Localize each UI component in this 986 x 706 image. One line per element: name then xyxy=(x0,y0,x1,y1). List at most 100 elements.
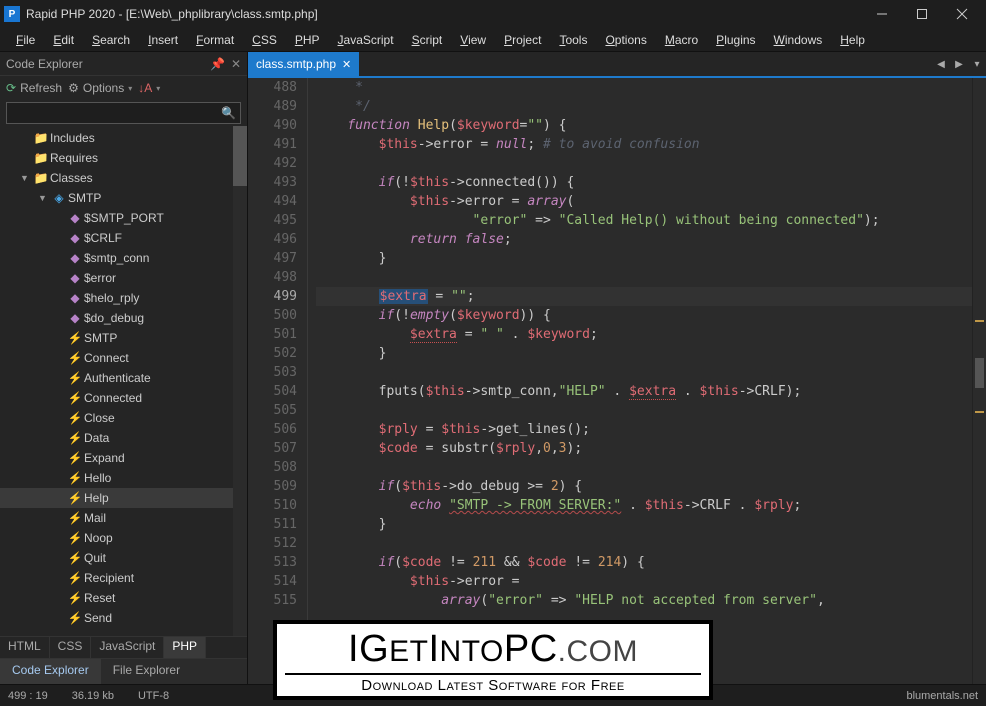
folder-icon: 📁 xyxy=(32,131,50,145)
tree-item-smtp_port[interactable]: ◆$SMTP_PORT xyxy=(0,208,247,228)
menu-view[interactable]: View xyxy=(452,31,494,49)
method-icon: ⚡ xyxy=(66,591,84,605)
lang-tab-html[interactable]: HTML xyxy=(0,637,50,658)
method-icon: ⚡ xyxy=(66,331,84,345)
menu-plugins[interactable]: Plugins xyxy=(708,31,763,49)
status-encoding: UTF-8 xyxy=(138,690,169,702)
page-title: Rapid PHP 2020 - [E:\Web\_phplibrary\cla… xyxy=(26,7,862,21)
method-icon: ⚡ xyxy=(66,471,84,485)
menu-help[interactable]: Help xyxy=(832,31,873,49)
options-button[interactable]: ⚙ Options ▾ xyxy=(68,81,132,95)
tree-item-mail[interactable]: ⚡Mail xyxy=(0,508,247,528)
tree-item-recipient[interactable]: ⚡Recipient xyxy=(0,568,247,588)
method-icon: ⚡ xyxy=(66,431,84,445)
code-view[interactable]: 4884894904914924934944954964974984995005… xyxy=(248,78,986,684)
tree-item-do_debug[interactable]: ◆$do_debug xyxy=(0,308,247,328)
status-brand: blumentals.net xyxy=(906,690,978,702)
status-filesize: 36.19 kb xyxy=(72,690,114,702)
app-icon: P xyxy=(4,6,20,22)
prop-icon: ◆ xyxy=(66,251,84,265)
tree-item-error[interactable]: ◆$error xyxy=(0,268,247,288)
side-tab-file-explorer[interactable]: File Explorer xyxy=(101,659,192,684)
tree-scrollbar[interactable] xyxy=(233,126,247,636)
lang-tab-javascript[interactable]: JavaScript xyxy=(91,637,164,658)
method-icon: ⚡ xyxy=(66,491,84,505)
refresh-button[interactable]: ⟳ Refresh xyxy=(6,81,62,95)
tree-item-send[interactable]: ⚡Send xyxy=(0,608,247,628)
watermark-subtitle: Download Latest Software for Free xyxy=(285,673,701,694)
lang-tab-css[interactable]: CSS xyxy=(50,637,92,658)
file-tab-label: class.smtp.php xyxy=(256,57,336,71)
menu-format[interactable]: Format xyxy=(188,31,242,49)
method-icon: ⚡ xyxy=(66,571,84,585)
menu-project[interactable]: Project xyxy=(496,31,549,49)
menu-php[interactable]: PHP xyxy=(287,31,328,49)
menu-options[interactable]: Options xyxy=(597,31,654,49)
editor-scrollbar[interactable] xyxy=(972,78,986,684)
tree-item-hello[interactable]: ⚡Hello xyxy=(0,468,247,488)
language-tabs: HTMLCSSJavaScriptPHP xyxy=(0,636,247,658)
options-label: Options xyxy=(83,81,124,95)
chevron-down-icon: ▾ xyxy=(128,84,132,93)
menu-insert[interactable]: Insert xyxy=(140,31,186,49)
menu-css[interactable]: CSS xyxy=(244,31,285,49)
menu-windows[interactable]: Windows xyxy=(766,31,831,49)
tab-next-button[interactable]: ▶ xyxy=(950,59,968,70)
tree-item-smtp[interactable]: ▼◈SMTP xyxy=(0,188,247,208)
code-content[interactable]: * */ function Help($keyword="") { $this-… xyxy=(308,78,986,684)
search-input-wrap: 🔍 xyxy=(6,102,241,124)
close-icon[interactable]: ✕ xyxy=(342,58,351,71)
tree-item-smtp[interactable]: ⚡SMTP xyxy=(0,328,247,348)
search-icon[interactable]: 🔍 xyxy=(221,106,236,120)
tab-prev-button[interactable]: ◀ xyxy=(932,59,950,70)
tree-item-expand[interactable]: ⚡Expand xyxy=(0,448,247,468)
lang-tab-php[interactable]: PHP xyxy=(164,637,206,658)
tree-item-close[interactable]: ⚡Close xyxy=(0,408,247,428)
search-input[interactable] xyxy=(11,106,221,120)
side-tab-code-explorer[interactable]: Code Explorer xyxy=(0,659,101,684)
tree-item-data[interactable]: ⚡Data xyxy=(0,428,247,448)
method-icon: ⚡ xyxy=(66,351,84,365)
tree-item-reset[interactable]: ⚡Reset xyxy=(0,588,247,608)
menu-file[interactable]: File xyxy=(8,31,43,49)
tree-item-includes[interactable]: 📁Includes xyxy=(0,128,247,148)
maximize-button[interactable] xyxy=(902,0,942,28)
tab-menu-button[interactable]: ▾ xyxy=(968,59,986,70)
sidebar: Code Explorer 📌 ✕ ⟳ Refresh ⚙ Options ▾ … xyxy=(0,52,248,684)
method-icon: ⚡ xyxy=(66,511,84,525)
menubar: FileEditSearchInsertFormatCSSPHPJavaScri… xyxy=(0,28,986,52)
prop-icon: ◆ xyxy=(66,211,84,225)
menu-script[interactable]: Script xyxy=(404,31,451,49)
tree-item-connected[interactable]: ⚡Connected xyxy=(0,388,247,408)
tree-item-noop[interactable]: ⚡Noop xyxy=(0,528,247,548)
tree-item-helo_rply[interactable]: ◆$helo_rply xyxy=(0,288,247,308)
close-icon[interactable]: ✕ xyxy=(231,57,241,71)
minimize-button[interactable] xyxy=(862,0,902,28)
menu-macro[interactable]: Macro xyxy=(657,31,706,49)
tree-item-connect[interactable]: ⚡Connect xyxy=(0,348,247,368)
menu-tools[interactable]: Tools xyxy=(551,31,595,49)
tree-item-crlf[interactable]: ◆$CRLF xyxy=(0,228,247,248)
class-icon: ◈ xyxy=(50,191,68,205)
sort-button[interactable]: ↓A ▾ xyxy=(138,81,160,95)
code-tree: 📁Includes📁Requires▼📁Classes▼◈SMTP◆$SMTP_… xyxy=(0,126,247,636)
close-button[interactable] xyxy=(942,0,982,28)
tree-item-smtp_conn[interactable]: ◆$smtp_conn xyxy=(0,248,247,268)
method-icon: ⚡ xyxy=(66,611,84,625)
method-icon: ⚡ xyxy=(66,411,84,425)
tree-item-quit[interactable]: ⚡Quit xyxy=(0,548,247,568)
sidebar-title: Code Explorer xyxy=(6,57,210,71)
pin-icon[interactable]: 📌 xyxy=(210,57,225,71)
folder-icon: 📁 xyxy=(32,171,50,185)
tree-item-requires[interactable]: 📁Requires xyxy=(0,148,247,168)
file-tab[interactable]: class.smtp.php ✕ xyxy=(248,52,359,76)
sort-icon: ↓A xyxy=(138,81,152,95)
menu-search[interactable]: Search xyxy=(84,31,138,49)
tree-item-authenticate[interactable]: ⚡Authenticate xyxy=(0,368,247,388)
sidebar-header: Code Explorer 📌 ✕ xyxy=(0,52,247,76)
menu-javascript[interactable]: JavaScript xyxy=(330,31,402,49)
tree-item-help[interactable]: ⚡Help xyxy=(0,488,247,508)
tree-item-classes[interactable]: ▼📁Classes xyxy=(0,168,247,188)
menu-edit[interactable]: Edit xyxy=(45,31,82,49)
prop-icon: ◆ xyxy=(66,311,84,325)
